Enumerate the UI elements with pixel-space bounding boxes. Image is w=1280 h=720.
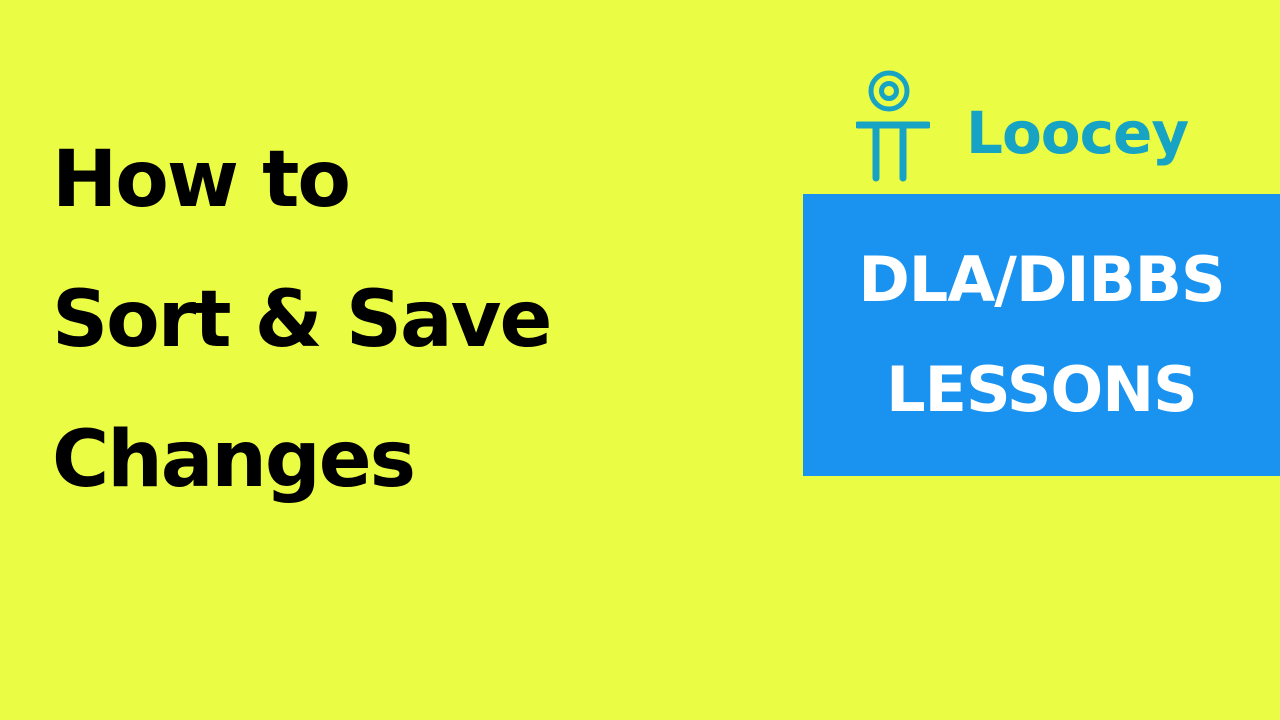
- headline-line-2: Sort & Save: [52, 275, 552, 365]
- loocey-logo-icon: [856, 70, 930, 182]
- lesson-banner-line-2: LESSONS: [886, 353, 1198, 426]
- lesson-banner-line-1: DLA/DIBBS: [858, 243, 1225, 316]
- lesson-banner: DLA/DIBBS LESSONS: [803, 194, 1280, 476]
- headline: How to Sort & Save Changes: [52, 110, 752, 530]
- headline-line-1: How to: [52, 135, 351, 225]
- brand-logo: Loocey: [856, 70, 1256, 185]
- brand-name: Loocey: [966, 99, 1189, 167]
- headline-line-3: Changes: [52, 415, 416, 505]
- thumbnail-canvas: How to Sort & Save Changes Loocey DLA/DI…: [0, 0, 1280, 720]
